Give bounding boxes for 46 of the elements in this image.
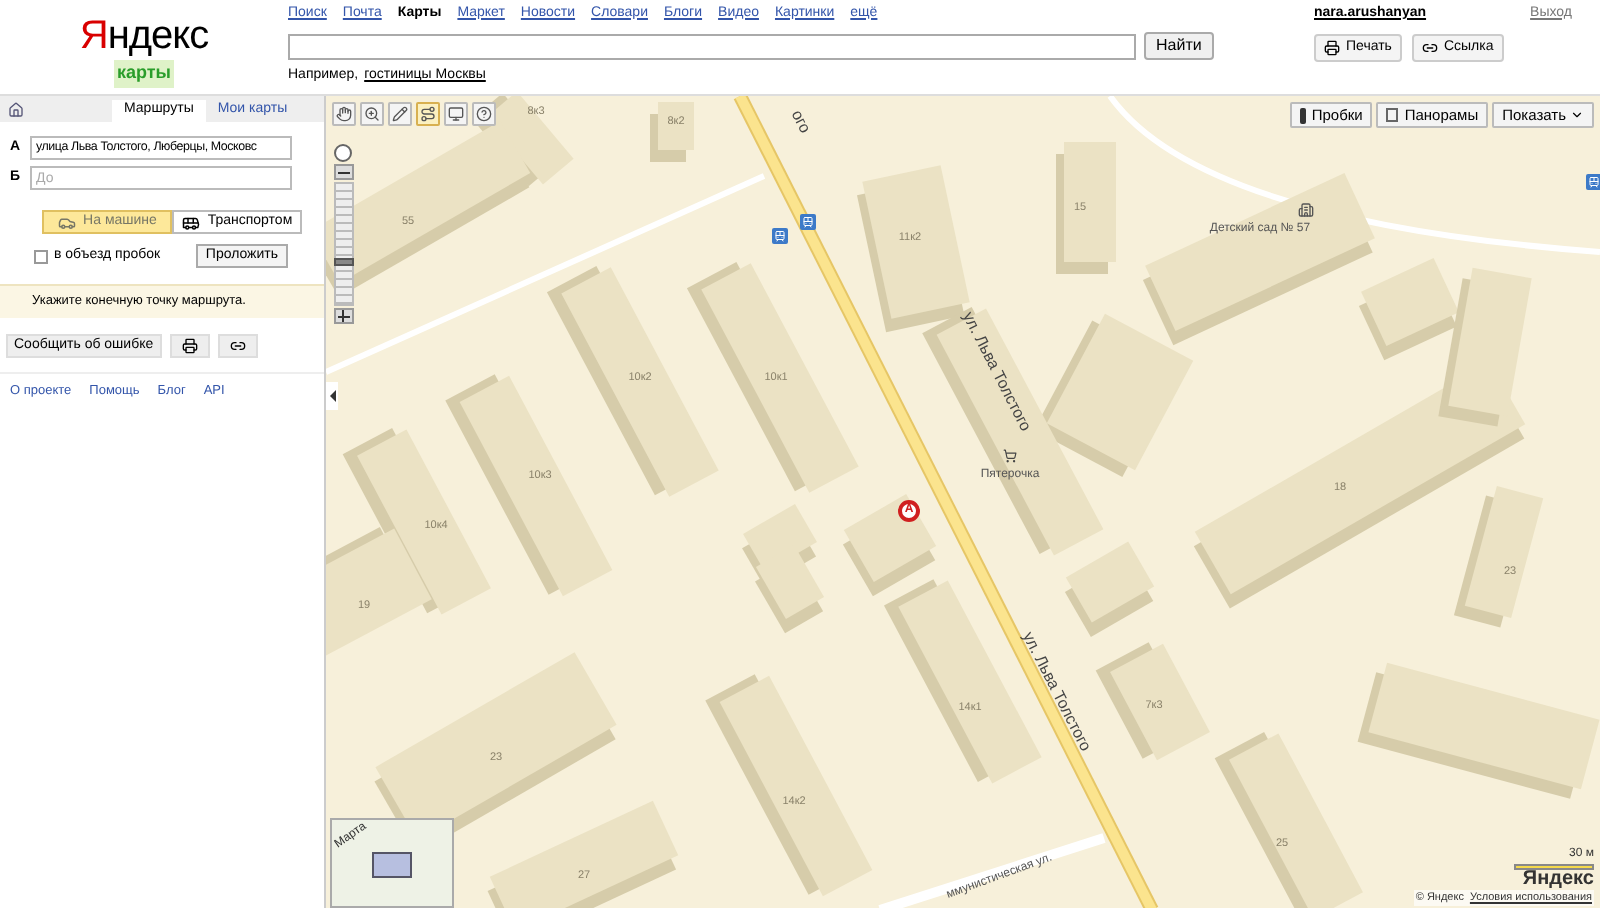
- zoom-in-icon: [364, 106, 380, 122]
- kindergarten-icon: [1298, 202, 1314, 218]
- building: [650, 102, 694, 162]
- logo[interactable]: Яндекс: [79, 16, 209, 56]
- building: [1095, 642, 1210, 761]
- map-tool-button[interactable]: [472, 102, 496, 126]
- compass-icon[interactable]: [334, 144, 352, 162]
- zoom-slider[interactable]: [332, 144, 354, 324]
- collapse-tab[interactable]: [326, 382, 338, 410]
- checkbox[interactable]: [34, 249, 48, 263]
- hand-icon: [336, 106, 352, 122]
- printer-icon: [1324, 40, 1340, 56]
- bus-stop-icon: [772, 228, 788, 244]
- search-field[interactable]: [288, 33, 1136, 59]
- route-icon: [420, 106, 436, 122]
- bus-stop-icon: [800, 214, 816, 230]
- building: [1056, 142, 1116, 274]
- cart-icon: [1003, 449, 1017, 463]
- traffic-light-icon: [1299, 107, 1306, 123]
- panorama-icon: [1386, 108, 1399, 122]
- link-button[interactable]: [217, 334, 258, 358]
- zoom-out-button[interactable]: [333, 164, 353, 180]
- bus-icon: [181, 213, 200, 231]
- zoom-in-button[interactable]: [333, 308, 353, 324]
- help-icon: [476, 106, 492, 122]
- monitor-icon: [448, 106, 464, 122]
- printer-icon: [181, 338, 198, 354]
- home-icon[interactable]: [8, 102, 24, 118]
- car-icon: [57, 213, 76, 231]
- brand-logo: Яндекс: [1522, 869, 1594, 890]
- pencil-icon: [392, 106, 408, 122]
- link-icon: [1421, 40, 1438, 56]
- street-label: ого: [785, 106, 816, 138]
- bus-stop-icon: [1586, 174, 1600, 190]
- map-tool-button[interactable]: [416, 102, 440, 126]
- caret-icon: [1570, 108, 1584, 122]
- map-tool-button[interactable]: [444, 102, 468, 126]
- print-button[interactable]: [169, 334, 210, 358]
- map-tool-button[interactable]: [332, 102, 356, 126]
- scale-bar: [1514, 863, 1594, 870]
- map-tool-button[interactable]: [388, 102, 412, 126]
- link-icon: [229, 338, 246, 354]
- zoom-thumb[interactable]: [333, 258, 353, 266]
- map-tool-button[interactable]: [360, 102, 384, 126]
- search-button[interactable]: Найти: [1144, 32, 1214, 60]
- minimap-viewport[interactable]: [372, 852, 412, 878]
